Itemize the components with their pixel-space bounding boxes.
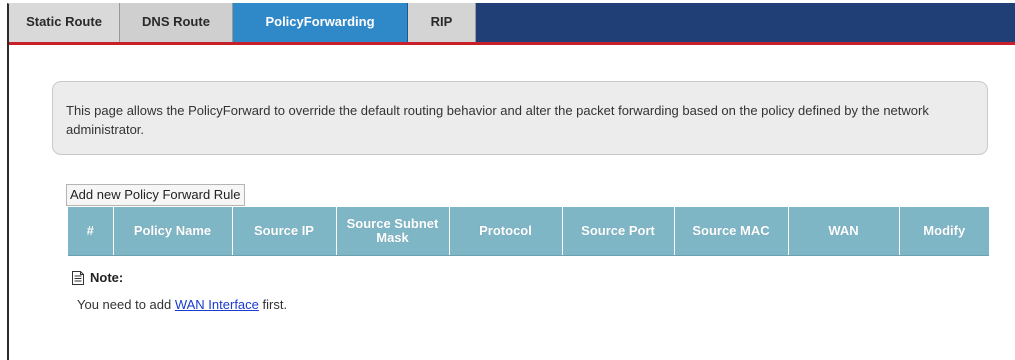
tab-rip[interactable]: RIP xyxy=(408,3,476,42)
column-header-source-ip: Source IP xyxy=(232,207,337,256)
column-header-number: # xyxy=(68,207,114,256)
document-icon xyxy=(72,270,84,285)
note-text-after: first. xyxy=(258,297,288,312)
tab-bar: Static Route DNS Route PolicyForwarding … xyxy=(9,3,1015,45)
column-header-source-subnet-mask: Source Subnet Mask xyxy=(336,207,450,256)
note-label: Note: xyxy=(90,270,124,285)
tab-dns-route[interactable]: DNS Route xyxy=(120,3,233,42)
table-header-row: # Policy Name Source IP Source Subnet Ma… xyxy=(68,207,989,256)
note-text-before: You need to add xyxy=(77,297,175,312)
info-text: This page allows the PolicyForward to ov… xyxy=(66,103,929,137)
column-header-source-port: Source Port xyxy=(562,207,675,256)
note-heading: Note: xyxy=(72,270,123,285)
note-message: You need to add WAN Interface first. xyxy=(77,297,287,312)
column-header-wan: WAN xyxy=(788,207,900,256)
policy-forward-table: # Policy Name Source IP Source Subnet Ma… xyxy=(68,207,989,256)
add-policy-rule-button[interactable]: Add new Policy Forward Rule xyxy=(66,184,245,206)
tab-static-route[interactable]: Static Route xyxy=(9,3,120,42)
column-header-modify: Modify xyxy=(899,207,989,256)
column-header-source-mac: Source MAC xyxy=(674,207,789,256)
column-header-protocol: Protocol xyxy=(449,207,563,256)
wan-interface-link[interactable]: WAN Interface xyxy=(175,297,259,312)
column-header-policy-name: Policy Name xyxy=(113,207,233,256)
tab-policy-forwarding[interactable]: PolicyForwarding xyxy=(233,3,408,42)
info-box: This page allows the PolicyForward to ov… xyxy=(52,81,988,155)
